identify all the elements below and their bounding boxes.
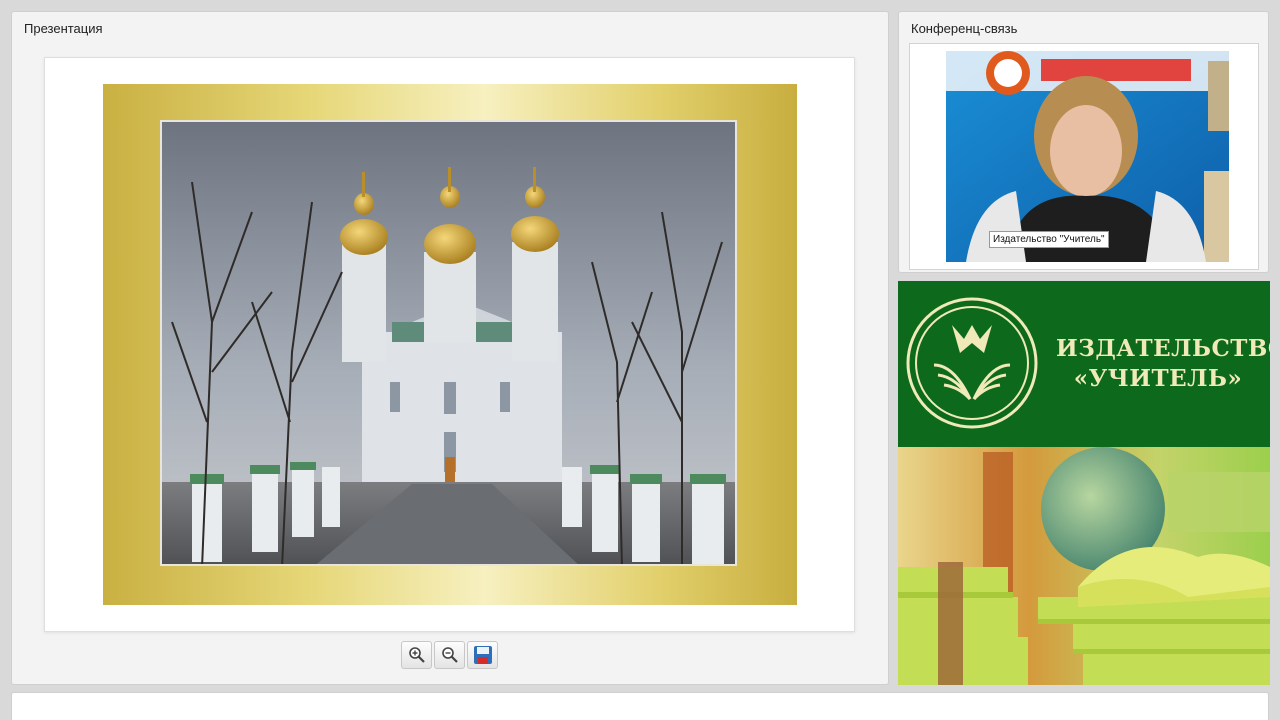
speaker-name-label: Издательство "Учитель" — [989, 231, 1109, 248]
banner-books-image — [898, 447, 1270, 685]
video-container: Издательство "Учитель" — [909, 43, 1259, 270]
zoom-out-button[interactable] — [434, 641, 465, 669]
presentation-toolbar — [401, 641, 498, 669]
presentation-slide — [44, 57, 855, 632]
zoom-out-icon — [441, 647, 458, 663]
bottom-panel — [11, 692, 1269, 720]
save-icon — [473, 646, 492, 664]
cathedral-photo — [160, 120, 737, 566]
banner-header: ИЗДАТЕЛЬСТВО «УЧИТЕЛЬ» — [898, 281, 1270, 447]
slide-gold-frame — [103, 84, 797, 605]
banner-line-1: ИЗДАТЕЛЬСТВО — [1056, 335, 1270, 362]
conference-title: Конференц-связь — [911, 21, 1018, 36]
publisher-banner: ИЗДАТЕЛЬСТВО «УЧИТЕЛЬ» — [898, 281, 1270, 685]
zoom-in-button[interactable] — [401, 641, 432, 669]
zoom-in-icon — [408, 647, 425, 663]
banner-line-2: «УЧИТЕЛЬ» — [1073, 365, 1243, 392]
presentation-title: Презентация — [24, 21, 103, 36]
conference-panel: Конференц-связь Издательство "Учитель" — [898, 11, 1269, 273]
open-book-logo-icon — [906, 297, 1038, 429]
save-button[interactable] — [467, 641, 498, 669]
presentation-panel: Презентация — [11, 11, 889, 685]
